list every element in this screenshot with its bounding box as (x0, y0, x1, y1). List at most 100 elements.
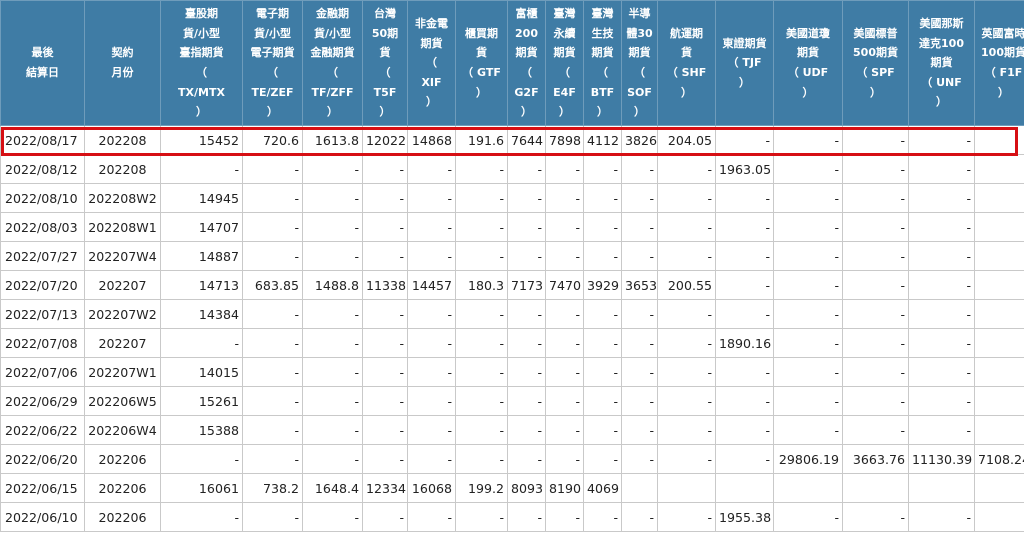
price-cell: - (302, 444, 363, 474)
column-header: 櫃買期 貨 （ GTF ） (455, 0, 508, 126)
price-cell: - (715, 270, 774, 300)
price-cell: - (842, 270, 909, 300)
price-cell: - (773, 183, 843, 213)
price-cell: - (242, 415, 303, 445)
price-cell: - (242, 357, 303, 387)
settlement-date-cell: 2022/08/10 (0, 183, 85, 213)
price-cell: - (908, 183, 975, 213)
price-cell: - (974, 183, 1024, 213)
contract-month-cell: 202207W1 (84, 357, 161, 387)
price-cell: - (773, 415, 843, 445)
contract-month-cell: 202207 (84, 270, 161, 300)
settlement-date-cell: 2022/07/06 (0, 357, 85, 387)
price-cell: - (583, 183, 622, 213)
price-cell: - (507, 386, 546, 416)
price-cell: - (242, 328, 303, 358)
price-cell: - (621, 357, 658, 387)
price-cell: - (407, 502, 456, 532)
price-cell: 3929 (583, 270, 622, 300)
price-cell: 14457 (407, 270, 456, 300)
price-cell (974, 473, 1024, 503)
price-cell: - (842, 241, 909, 271)
table-row: 2022/07/06202207W114015--------------- (0, 357, 1024, 387)
price-cell: 720.6 (242, 125, 303, 155)
price-cell: 3663.76 (842, 444, 909, 474)
price-cell: - (242, 386, 303, 416)
price-cell: - (715, 212, 774, 242)
price-cell: - (908, 357, 975, 387)
price-cell: - (773, 386, 843, 416)
price-cell: - (455, 386, 508, 416)
contract-month-cell: 202207 (84, 328, 161, 358)
table-row: 2022/06/29202206W515261--------------- (0, 386, 1024, 416)
price-cell: - (455, 299, 508, 329)
price-cell: - (842, 415, 909, 445)
price-cell: - (621, 502, 658, 532)
price-cell: 15261 (160, 386, 243, 416)
price-cell: - (715, 241, 774, 271)
settlement-date-cell: 2022/06/10 (0, 502, 85, 532)
price-cell: - (773, 270, 843, 300)
price-cell: - (455, 241, 508, 271)
price-cell: 1488.8 (302, 270, 363, 300)
price-cell: - (842, 357, 909, 387)
price-cell (621, 473, 658, 503)
price-cell: - (842, 183, 909, 213)
price-cell: - (455, 212, 508, 242)
price-cell: - (407, 299, 456, 329)
price-cell: - (715, 183, 774, 213)
column-header: 臺股期 貨/小型 臺指期貨 （ TX/MTX ） (160, 0, 243, 126)
price-cell: - (974, 299, 1024, 329)
price-cell: - (545, 183, 584, 213)
price-cell: - (657, 328, 716, 358)
column-header: 臺灣 生技 期貨 （ BTF ） (583, 0, 622, 126)
price-cell: - (842, 386, 909, 416)
price-cell: - (242, 502, 303, 532)
price-cell: - (545, 241, 584, 271)
settlement-date-cell: 2022/06/20 (0, 444, 85, 474)
column-header: 美國道瓊 期貨 （ UDF ） (773, 0, 843, 126)
price-cell: 7898 (545, 125, 584, 155)
table-row: 2022/07/20 202207 14713 683.85 1488.8 11338 14… (0, 270, 1024, 300)
price-cell: 1955.38 (715, 502, 774, 532)
price-cell: - (302, 328, 363, 358)
price-cell: - (407, 328, 456, 358)
price-cell: - (657, 502, 716, 532)
price-cell: 29806.19 (773, 444, 843, 474)
price-cell: - (545, 415, 584, 445)
price-cell: - (621, 415, 658, 445)
settlement-date-cell: 2022/07/27 (0, 241, 85, 271)
price-cell: - (362, 154, 408, 184)
price-cell: 7108.24 (974, 444, 1024, 474)
price-cell: - (362, 212, 408, 242)
price-cell: - (974, 212, 1024, 242)
price-cell: 7644 (507, 125, 546, 155)
price-cell: - (908, 241, 975, 271)
price-cell: 12022 (362, 125, 408, 155)
price-cell: - (302, 357, 363, 387)
contract-month-cell: 202206 (84, 444, 161, 474)
price-cell: - (302, 241, 363, 271)
price-cell: - (302, 386, 363, 416)
price-cell: - (974, 386, 1024, 416)
price-cell: - (974, 125, 1024, 155)
settlement-date-cell: 2022/08/17 (0, 125, 85, 155)
price-cell: - (974, 154, 1024, 184)
column-header: 美國標普 500期貨 （ SPF ） (842, 0, 909, 126)
table-row: 2022/06/20 202206- - - - - - - - - - - -29806.19 3663… (0, 444, 1024, 474)
price-cell: - (621, 444, 658, 474)
table-row: 2022/07/13202207W214384--------------- (0, 299, 1024, 329)
settlement-date-cell: 2022/08/03 (0, 212, 85, 242)
price-cell: - (362, 415, 408, 445)
price-cell: - (507, 415, 546, 445)
price-cell: 16061 (160, 473, 243, 503)
price-cell: 180.3 (455, 270, 508, 300)
contract-month-cell: 202206W4 (84, 415, 161, 445)
table-body: 2022/08/17 202208 15452 720.6 1613.8 12022 148… (0, 125, 1024, 532)
price-cell: - (242, 299, 303, 329)
price-cell: - (507, 154, 546, 184)
price-cell: - (621, 386, 658, 416)
column-header: 航運期 貨 （ SHF ） (657, 0, 716, 126)
price-cell: 12334 (362, 473, 408, 503)
table-row: 2022/07/08202207-----------1890.16---- (0, 328, 1024, 358)
